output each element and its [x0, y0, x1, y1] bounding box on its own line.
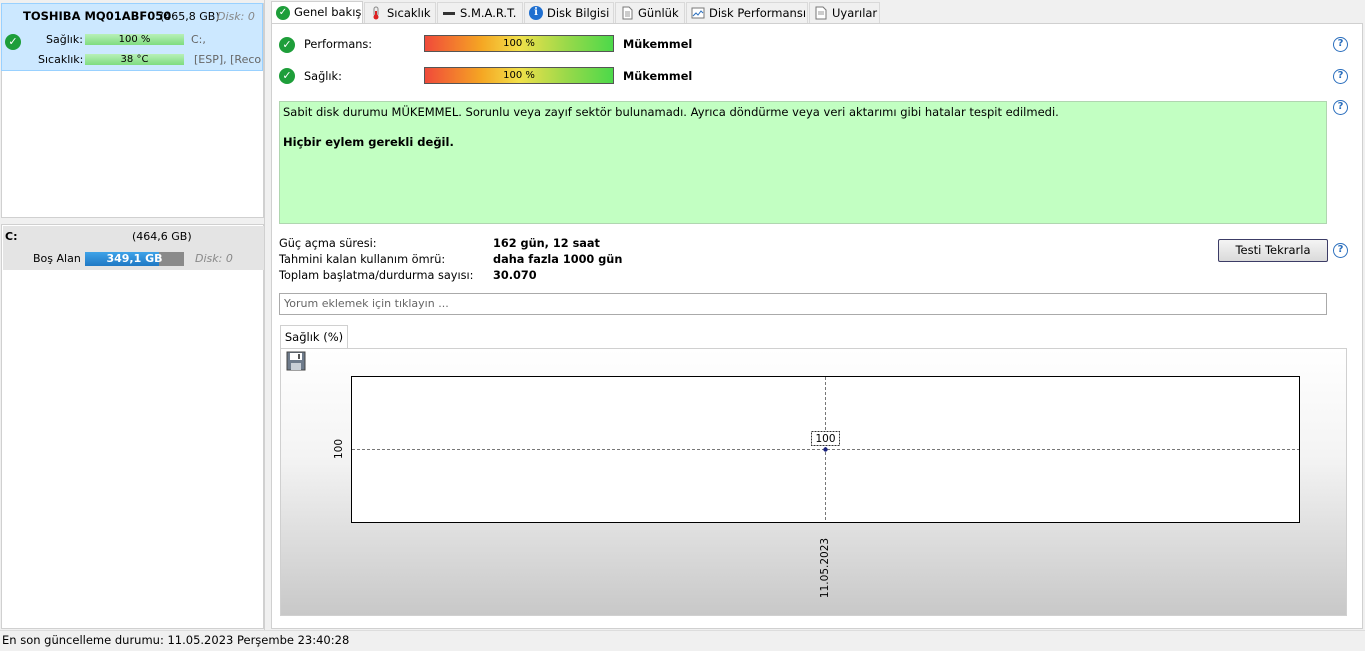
health-label: Sağlık:: [304, 70, 342, 83]
action-text: Hiçbir eylem gerekli değil.: [283, 135, 454, 149]
status-description-box: Sabit disk durumu MÜKEMMEL. Sorunlu veya…: [279, 101, 1327, 224]
disk-health-value: 100 %: [118, 34, 151, 45]
left-panel: TOSHIBA MQ01ABF050 (465,8 GB) Disk: 0 ✓ …: [0, 0, 265, 630]
tab-disk-performance[interactable]: Disk Performansı: [686, 2, 808, 24]
health-bar: 100 %: [424, 67, 614, 84]
info-icon: i: [529, 6, 543, 20]
health-help-icon[interactable]: ?: [1333, 69, 1348, 84]
tab-label: Sıcaklık: [387, 6, 431, 20]
document-icon: [622, 6, 633, 20]
disk-health-bar: 100 %: [85, 34, 184, 45]
main-panel: ✓ Genel bakış Sıcaklık S.M.A.R.T. i Disk…: [271, 0, 1365, 630]
check-icon: ✓: [276, 6, 290, 20]
volume-letter: C:: [5, 230, 18, 243]
disk-index: Disk: 0: [217, 10, 255, 23]
volume-disk-index: Disk: 0: [195, 252, 233, 265]
health-value: 100 %: [503, 70, 535, 81]
performance-label: Performans:: [304, 38, 373, 51]
tab-overview[interactable]: ✓ Genel bakış: [271, 1, 363, 25]
tab-label: S.M.A.R.T.: [460, 6, 517, 20]
chart-plot-area: 100: [351, 376, 1300, 523]
performance-ok-icon: ✓: [279, 37, 295, 53]
tab-label: Genel bakış: [294, 5, 362, 19]
disk-name: TOSHIBA MQ01ABF050: [23, 9, 172, 23]
ok-check-icon: ✓: [5, 34, 21, 50]
power-on-label: Güç açma süresi:: [279, 237, 377, 250]
disk-temp-value: 38 °C: [120, 54, 149, 65]
last-update-text: En son güncelleme durumu: 11.05.2023 Per…: [2, 633, 350, 647]
disk-partitions: C:,: [191, 33, 206, 46]
start-stop-value: 30.070: [493, 269, 537, 282]
performance-value: 100 %: [503, 38, 535, 49]
thermometer-icon: [373, 6, 379, 20]
y-tick-label: 100: [333, 438, 345, 460]
tab-alerts[interactable]: Uyarılar: [809, 2, 880, 24]
remaining-life-value: daha fazla 1000 gün: [493, 253, 623, 266]
disk-size: (465,8 GB): [160, 10, 220, 23]
data-point: [823, 447, 828, 452]
alerts-icon: [815, 6, 827, 20]
smart-icon: [443, 12, 455, 15]
tab-label: Disk Bilgisi: [547, 6, 610, 20]
disk-temp-bar: 38 °C: [85, 54, 184, 65]
x-tick-label: 11.05.2023: [819, 537, 831, 599]
tab-label: Disk Performansı: [709, 6, 807, 20]
disk-health-label: Sağlık:: [46, 33, 83, 46]
volume-size: (464,6 GB): [132, 230, 192, 243]
remaining-life-label: Tahmini kalan kullanım ömrü:: [279, 253, 446, 266]
chart-svg: 100: [352, 377, 1299, 522]
disk-card[interactable]: TOSHIBA MQ01ABF050 (465,8 GB) Disk: 0 ✓ …: [1, 3, 263, 71]
performance-help-icon[interactable]: ?: [1333, 37, 1348, 52]
health-rating: Mükemmel: [623, 70, 693, 83]
overview-panel: ✓ Performans: 100 % Mükemmel ? ✓ Sağlık:…: [271, 23, 1363, 629]
performance-icon: [691, 7, 705, 19]
free-space-label: Boş Alan: [33, 252, 81, 265]
start-stop-label: Toplam başlatma/durdurma sayısı:: [279, 269, 474, 282]
disk-temp-label: Sıcaklık:: [38, 53, 84, 66]
tab-log[interactable]: Günlük: [615, 2, 685, 24]
performance-rating: Mükemmel: [623, 38, 693, 51]
tab-bar: ✓ Genel bakış Sıcaklık S.M.A.R.T. i Disk…: [271, 1, 881, 25]
tab-smart[interactable]: S.M.A.R.T.: [437, 2, 523, 24]
tab-disk-info[interactable]: i Disk Bilgisi: [524, 2, 614, 24]
health-chart-area: 100 100 11.05.2023: [280, 348, 1347, 616]
free-space-value: 349,1 GB: [106, 252, 163, 265]
tab-temperature[interactable]: Sıcaklık: [364, 2, 436, 24]
retest-button[interactable]: Testi Tekrarla: [1218, 239, 1328, 262]
status-text: Sabit disk durumu MÜKEMMEL. Sorunlu veya…: [283, 105, 1059, 119]
volume-list: C: (464,6 GB) Boş Alan 349,1 GB Disk: 0: [1, 224, 264, 629]
status-help-icon[interactable]: ?: [1333, 100, 1348, 115]
save-icon[interactable]: [286, 351, 306, 371]
volume-card[interactable]: C: (464,6 GB) Boş Alan 349,1 GB Disk: 0: [3, 226, 264, 270]
performance-bar: 100 %: [424, 35, 614, 52]
data-label: 100: [815, 433, 835, 445]
health-ok-icon: ✓: [279, 68, 295, 84]
status-bar: En son güncelleme durumu: 11.05.2023 Per…: [0, 630, 1365, 651]
tab-label: Günlük: [638, 6, 679, 20]
free-space-bar: 349,1 GB: [85, 252, 184, 266]
tab-label: Uyarılar: [832, 6, 878, 20]
power-on-value: 162 gün, 12 saat: [493, 237, 600, 250]
comment-input[interactable]: Yorum eklemek için tıklayın ...: [279, 293, 1327, 315]
disk-list: TOSHIBA MQ01ABF050 (465,8 GB) Disk: 0 ✓ …: [1, 3, 264, 218]
disk-partitions-extra: [ESP], [Reco: [194, 53, 262, 66]
tab-health-chart[interactable]: Sağlık (%): [280, 325, 348, 349]
retest-help-icon[interactable]: ?: [1333, 243, 1348, 258]
